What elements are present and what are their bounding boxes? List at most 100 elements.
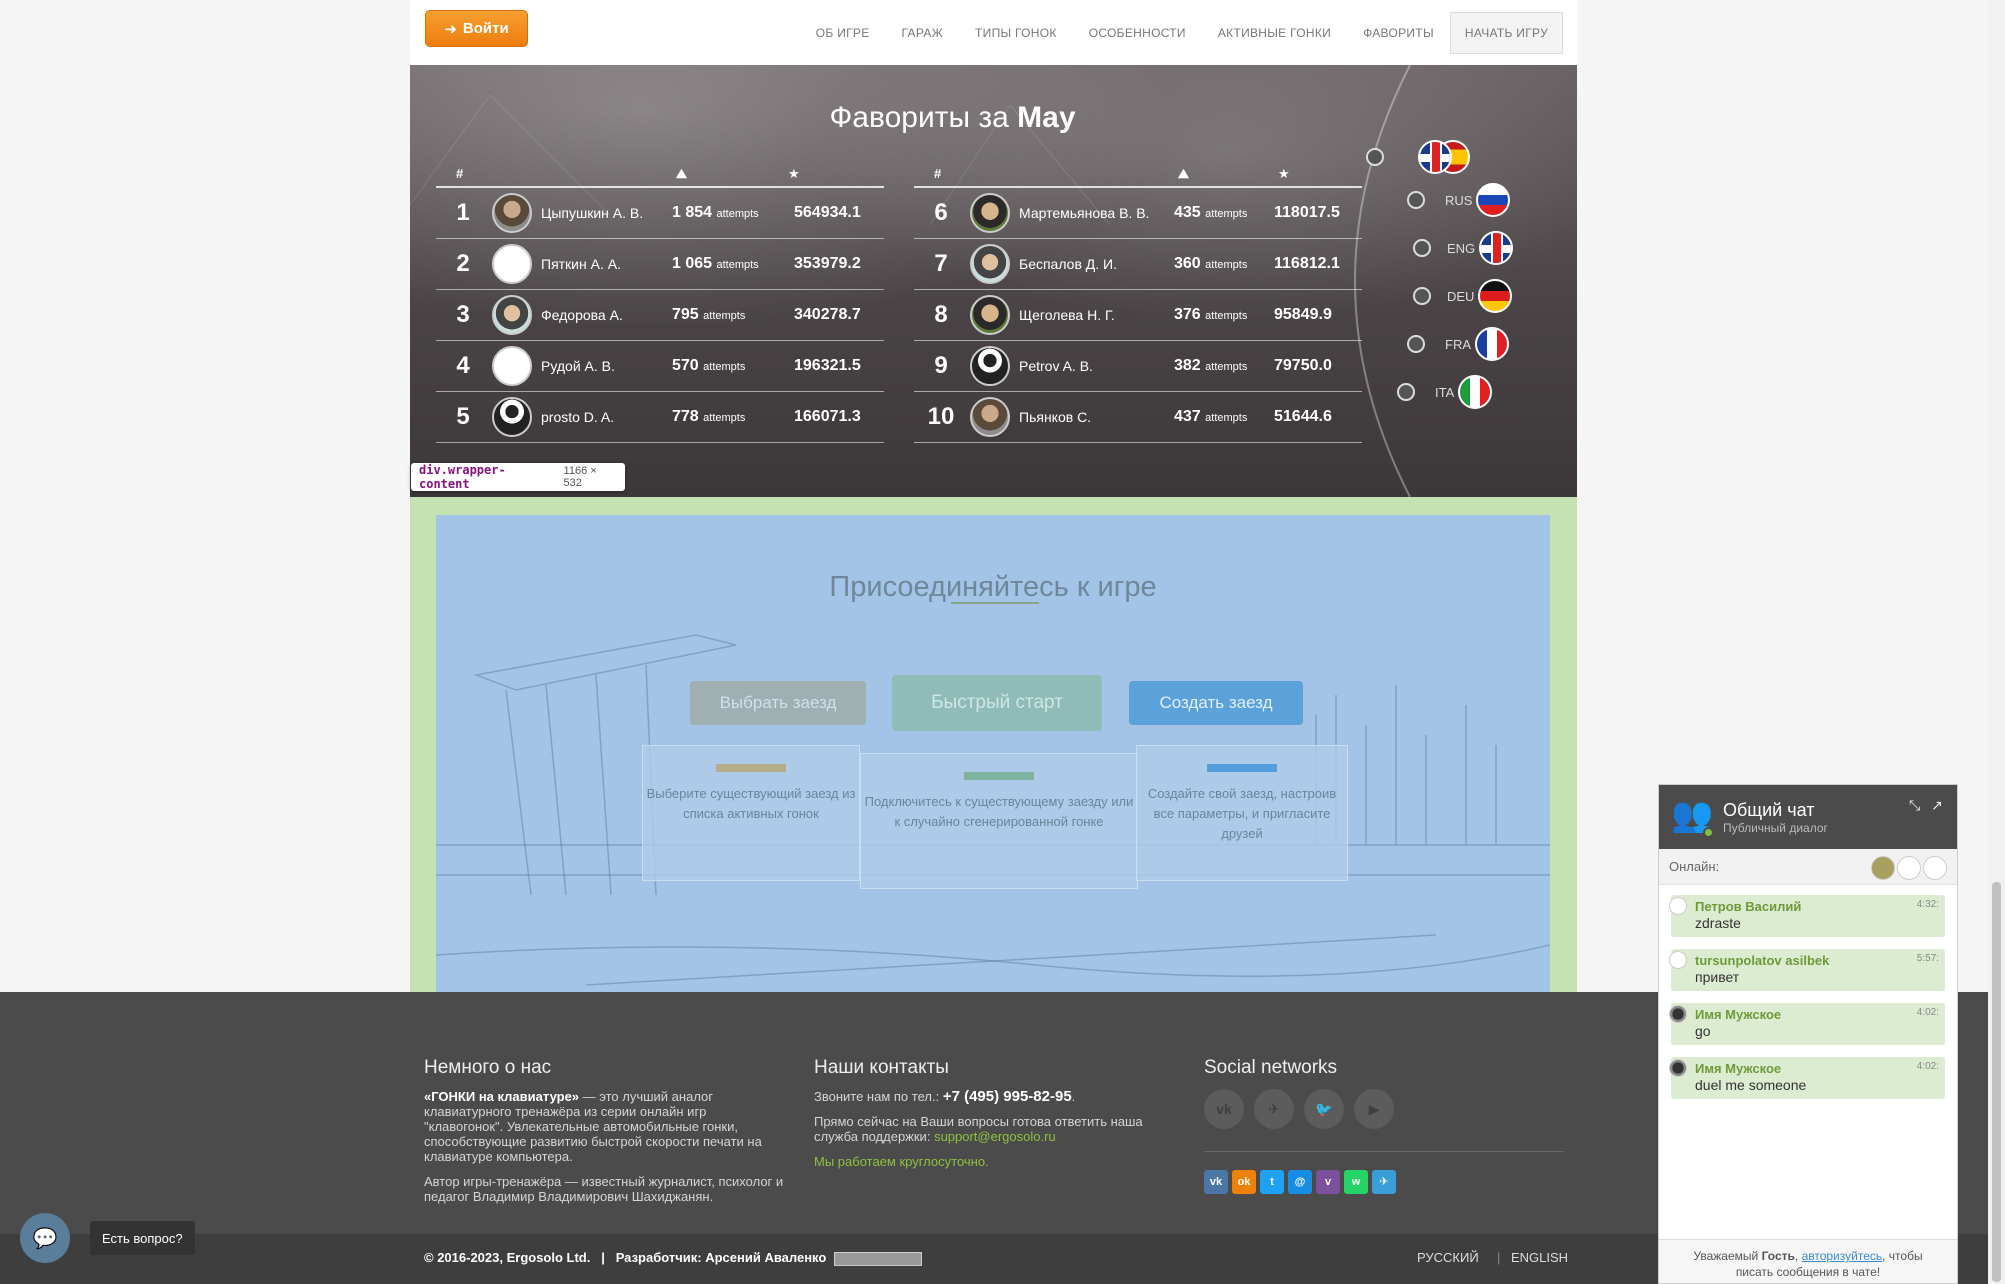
table-row[interactable]: 1 Цыпушкин А. В. 1 854 attempts 564934.1: [436, 188, 884, 239]
vk-icon[interactable]: vk: [1204, 1089, 1244, 1129]
join-section: Присоединяйтесь к игре Выбрать заезд Быс…: [410, 497, 1577, 1029]
create-race-button[interactable]: Создать заезд: [1129, 681, 1303, 725]
join-title: Присоединяйтесь к игре: [829, 571, 1157, 603]
flag-icon: [1476, 183, 1511, 217]
avatar: [970, 346, 1010, 386]
lang-eng[interactable]: ENG: [1413, 231, 1514, 265]
nav-features[interactable]: ОСОБЕННОСТИ: [1073, 26, 1202, 40]
lang-dot: [1397, 383, 1415, 401]
avatar: [970, 244, 1010, 284]
about-title: Немного о нас: [424, 1057, 552, 1078]
help-label[interactable]: Есть вопрос?: [90, 1221, 195, 1255]
about-column: Немного о нас «ГОНКИ на клавиатуре» — эт…: [424, 1057, 784, 1204]
checkered-flag-icon: [716, 764, 786, 772]
star-icon: ★: [788, 166, 800, 181]
flag-icon: [1478, 279, 1513, 313]
devtools-element-tooltip: div.wrapper-content 1166 × 532: [411, 463, 625, 491]
chat-login-prompt: Уважаемый Гость, авторизуйтесь, чтобы пи…: [1659, 1239, 1957, 1283]
lang-fra[interactable]: FRA: [1407, 327, 1509, 361]
lang-dot: [1407, 191, 1425, 209]
table-row[interactable]: 2 Пяткин А. А. 1 065 attempts 353979.2: [436, 239, 884, 290]
chat-message: Имя Мужское 4:02: go: [1669, 1003, 1945, 1045]
chat-message: Петров Василий 4:32: zdraste: [1669, 895, 1945, 937]
avatar: [1669, 951, 1687, 969]
choose-race-button[interactable]: Выбрать заезд: [690, 681, 866, 725]
lang-dot: [1413, 239, 1431, 257]
twitter-share-icon[interactable]: t: [1260, 1170, 1284, 1194]
road-icon: ⛰: [1178, 166, 1189, 181]
scrollbar-thumb[interactable]: [1992, 882, 2001, 1282]
telegram-icon[interactable]: ✈: [1254, 1089, 1294, 1129]
telegram-share-icon[interactable]: ✈: [1372, 1170, 1396, 1194]
favorites-title: Фавориты за May: [829, 101, 1076, 134]
table-row[interactable]: 7 Беспалов Д. И. 360 attempts 116812.1: [914, 239, 1362, 290]
choose-race-card: Выберите существующий заезд из списка ак…: [642, 745, 860, 881]
support-email-link[interactable]: support@ergosolo.ru: [934, 1129, 1056, 1144]
page-scrollbar[interactable]: [1988, 0, 2005, 1284]
table-row[interactable]: 4 Рудой А. В. 570 attempts 196321.5: [436, 341, 884, 392]
share-buttons: vk ok t @ v w ✈: [1204, 1170, 1564, 1194]
table-row[interactable]: 5 prosto D. A. 778 attempts 166071.3: [436, 392, 884, 443]
ok-share-icon[interactable]: ok: [1232, 1170, 1256, 1194]
avatar[interactable]: [1923, 856, 1947, 880]
checkered-flag-icon: [1207, 764, 1277, 772]
minimize-icon[interactable]: ⤡: [1909, 797, 1920, 814]
twitter-icon[interactable]: 🐦: [1304, 1089, 1344, 1129]
mailru-share-icon[interactable]: @: [1288, 1170, 1312, 1194]
visitor-counter[interactable]: [834, 1252, 922, 1266]
leaderboard-right: # ⛰ ★ 6 Мартемьянова В. В. 435 attempts …: [914, 160, 1362, 443]
login-label: Войти: [462, 20, 509, 37]
quick-start-button[interactable]: Быстрый старт: [892, 675, 1102, 731]
social-column: Social networks vk ✈ 🐦 ▶ vk ok t @ v w ✈: [1204, 1058, 1564, 1194]
join-content: Присоединяйтесь к игре Выбрать заезд Быс…: [436, 515, 1550, 1011]
lang-switch-ru[interactable]: РУССКИЙ: [1417, 1250, 1479, 1265]
popout-icon[interactable]: ↗: [1931, 797, 1943, 814]
create-race-card: Создайте свой заезд, настроив все параме…: [1136, 745, 1348, 881]
table-header: # ⛰ ★: [914, 160, 1362, 188]
lang-dot: [1366, 148, 1384, 166]
avatar[interactable]: [1897, 856, 1921, 880]
nav-favorites[interactable]: ФАВОРИТЫ: [1347, 26, 1450, 40]
nav-race-types[interactable]: ТИПЫ ГОНОК: [959, 26, 1073, 40]
table-row[interactable]: 3 Федорова А. 795 attempts 340278.7: [436, 290, 884, 341]
login-link[interactable]: авторизуйтесь: [1802, 1249, 1883, 1263]
nav-active-races[interactable]: АКТИВНЫЕ ГОНКИ: [1202, 26, 1347, 40]
sign-in-icon: ➜: [444, 20, 457, 38]
lang-ita[interactable]: ITA: [1397, 375, 1493, 409]
nav-start-game[interactable]: НАЧАТЬ ИГРУ: [1449, 12, 1563, 54]
avatar: [492, 244, 532, 284]
table-row[interactable]: 9 Petrov A. B. 382 attempts 79750.0: [914, 341, 1362, 392]
avatar: [970, 397, 1010, 437]
avatar[interactable]: [1871, 856, 1895, 880]
copyright: © 2016-2023, Ergosolo Ltd. | Разработчик…: [424, 1250, 827, 1265]
flag-icon: [1458, 375, 1493, 409]
nav-garage[interactable]: ГАРАЖ: [886, 26, 959, 40]
chat-message: tursunpolatov asilbek 5:57: привет: [1669, 949, 1945, 991]
divider: [951, 602, 1039, 604]
avatar: [492, 397, 532, 437]
login-button[interactable]: ➜ Войти: [425, 10, 528, 47]
quick-start-card: Подключитесь к существующему заезду или …: [860, 753, 1138, 889]
lang-rus[interactable]: RUS: [1407, 183, 1511, 217]
favorites-section: Фавориты за May # ⛰ ★ 1 Цыпушкин А. В. 1…: [410, 65, 1577, 497]
table-row[interactable]: 10 Пьянков С. 437 attempts 51644.6: [914, 392, 1362, 443]
lang-all[interactable]: [1366, 140, 1470, 174]
avatar: [492, 295, 532, 335]
vk-share-icon[interactable]: vk: [1204, 1170, 1228, 1194]
table-row[interactable]: 6 Мартемьянова В. В. 435 attempts 118017…: [914, 188, 1362, 239]
star-icon: ★: [1278, 166, 1290, 181]
youtube-icon[interactable]: ▶: [1354, 1089, 1394, 1129]
lang-deu[interactable]: DEU: [1413, 279, 1513, 313]
viber-share-icon[interactable]: v: [1316, 1170, 1340, 1194]
road-icon: ⛰: [676, 166, 687, 181]
help-chat-button[interactable]: 💬: [20, 1213, 70, 1263]
chat-header: 👥 Общий чат Публичный диалог ⤡ ↗: [1659, 785, 1957, 849]
flag-icon: [1418, 140, 1452, 174]
checkered-flag-icon: [964, 772, 1034, 780]
lang-switch-en[interactable]: ENGLISH: [1511, 1250, 1568, 1265]
site-header: ➜ Войти ОБ ИГРЕ ГАРАЖ ТИПЫ ГОНОК ОСОБЕНН…: [410, 0, 1577, 65]
table-row[interactable]: 8 Щеголева Н. Г. 376 attempts 95849.9: [914, 290, 1362, 341]
social-links: vk ✈ 🐦 ▶: [1204, 1089, 1564, 1129]
whatsapp-share-icon[interactable]: w: [1344, 1170, 1368, 1194]
nav-about[interactable]: ОБ ИГРЕ: [800, 26, 886, 40]
